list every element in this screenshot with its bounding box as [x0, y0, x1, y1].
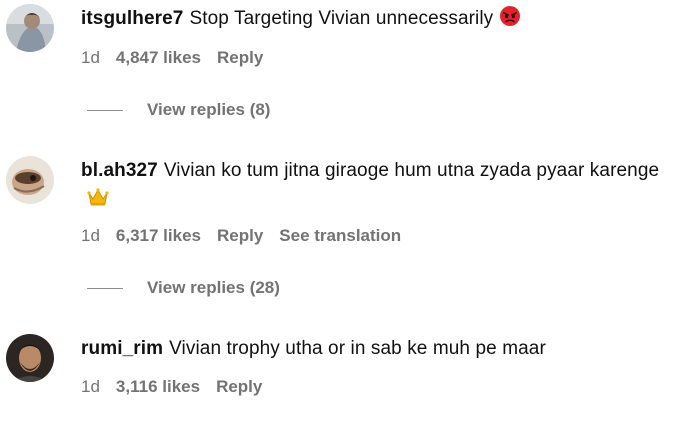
comment-text: bl.ah327 Vivian ko tum jitna giraoge hum …	[81, 157, 665, 216]
comment-body: Stop Targeting Vivian unnecessarily	[189, 8, 494, 29]
timestamp: 1d	[81, 377, 100, 396]
timestamp: 1d	[81, 226, 100, 245]
view-replies-button[interactable]: View replies (28)	[87, 276, 280, 300]
view-replies-button[interactable]: View replies (8)	[87, 98, 270, 122]
avatar[interactable]	[6, 156, 54, 204]
username[interactable]: itsgulhere7	[81, 8, 183, 29]
likes-count[interactable]: 6,317 likes	[116, 226, 201, 245]
crown-emoji-icon	[87, 187, 109, 216]
view-replies-label[interactable]: View replies (28)	[147, 278, 280, 298]
comment-body: Vivian trophy utha or in sab ke muh pe m…	[169, 338, 546, 359]
comment-meta: 1d 6,317 likes Reply See translation	[81, 226, 417, 246]
username[interactable]: rumi_rim	[81, 338, 163, 359]
see-translation-button[interactable]: See translation	[279, 226, 401, 245]
reply-button[interactable]: Reply	[216, 377, 262, 396]
comment-meta: 1d 3,116 likes Reply	[81, 377, 278, 397]
angry-face-emoji-icon	[499, 5, 521, 36]
likes-count[interactable]: 4,847 likes	[116, 48, 201, 67]
avatar[interactable]	[6, 4, 54, 52]
comment-meta: 1d 4,847 likes Reply	[81, 48, 279, 68]
avatar[interactable]	[6, 334, 54, 382]
comment-text: itsgulhere7 Stop Targeting Vivian unneces…	[81, 5, 665, 36]
divider-line	[87, 109, 123, 111]
view-replies-label[interactable]: View replies (8)	[147, 100, 270, 120]
reply-button[interactable]: Reply	[217, 48, 263, 67]
comment-text: rumi_rim Vivian trophy utha or in sab ke …	[81, 335, 665, 363]
timestamp: 1d	[81, 48, 100, 67]
username[interactable]: bl.ah327	[81, 160, 158, 181]
comment-body: Vivian ko tum jitna giraoge hum utna zya…	[163, 160, 660, 181]
reply-button[interactable]: Reply	[217, 226, 263, 245]
divider-line	[87, 287, 123, 289]
likes-count[interactable]: 3,116 likes	[116, 377, 200, 396]
